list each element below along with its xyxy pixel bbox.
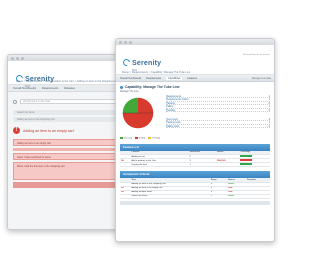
front-menu: Overall Test Results Requirements Capabi…: [116, 75, 274, 82]
features-header[interactable]: Features (1): [120, 143, 270, 151]
legend-swatch: [148, 137, 152, 139]
report-title-link[interactable]: Serenity Reports for Search: [243, 54, 270, 56]
acceptance-table: Test Steps Status Duration Adding an ite…: [120, 178, 270, 199]
row-mark: [120, 194, 131, 199]
duration-cell: [246, 194, 270, 199]
coverage-bar: [240, 163, 253, 166]
filter-radio[interactable]: [13, 99, 17, 104]
table-row[interactable]: Search for items 2 PASS: [120, 194, 270, 199]
window-dot[interactable]: [124, 40, 127, 44]
legend-failing: Failing: [134, 137, 145, 140]
coverage-bar: [240, 159, 253, 162]
menu-tab-overall[interactable]: Overall Test Results: [120, 77, 141, 80]
table-row[interactable]: Display the item 1: [120, 162, 270, 168]
window-dot[interactable]: [21, 56, 24, 60]
error-icon: !: [13, 127, 20, 134]
front-header: Serenity BDD Serenity Reports for Search…: [116, 45, 274, 75]
menu-tab-features[interactable]: Features: [187, 77, 196, 80]
stat-row: Failing tests 2: [166, 124, 270, 129]
test-link[interactable]: Search for items: [130, 194, 210, 199]
front-report-window: Serenity BDD Serenity Reports for Search…: [115, 38, 275, 242]
menu-tab-capabilities[interactable]: Capabilities: [166, 76, 183, 80]
table-footer: [120, 200, 270, 205]
pie-slice-passing: [122, 97, 138, 113]
acceptance-title: Acceptance Criteria: [123, 172, 150, 177]
features-table: Feature Scenarios Status Coverage Adding…: [120, 150, 270, 168]
serenity-logo-icon: [121, 57, 132, 67]
cell: 2: [209, 194, 228, 199]
coverage-cell: [239, 162, 270, 168]
menu-tab-requirements[interactable]: Requirements: [146, 77, 161, 80]
page-title: Capability: Manage The Tube Line: [125, 85, 180, 89]
row-mark: [120, 162, 131, 168]
logo-text: Serenity: [132, 60, 162, 67]
results-pie-chart[interactable]: [120, 95, 156, 131]
window-dot[interactable]: [11, 56, 14, 60]
legend-passing: Passing: [120, 137, 132, 140]
legend-swatch: [134, 137, 138, 139]
window-dot[interactable]: [119, 40, 122, 44]
cell: 1: [188, 162, 216, 168]
coverage-bar: [240, 155, 253, 158]
status-cell: PASS: [227, 194, 246, 199]
page-title-row: Capability: Manage The Tube Line: [120, 85, 270, 89]
breadcrumb[interactable]: Home > Requirements > Capability: Manage…: [122, 71, 270, 74]
acceptance-header[interactable]: Acceptance Criteria: [120, 171, 270, 179]
legend-pending: Pending: [148, 137, 160, 140]
legend-swatch: [120, 137, 123, 139]
error-title: Adding an item to an empty cart: [23, 128, 74, 133]
feature-link[interactable]: Display the item: [130, 162, 189, 168]
status-cell: [215, 162, 240, 168]
stats-panel: Requirements 1 Requirements tested 1 Passi…: [166, 95, 270, 140]
summary-section: Passing Failing Pending Requirements 1 Re…: [120, 95, 270, 140]
logo-subtext: BDD: [25, 85, 31, 88]
pie-legend: Passing Failing Pending: [120, 137, 160, 140]
features-title: Features (1): [123, 144, 139, 149]
window-dot[interactable]: [16, 56, 19, 60]
window-dot[interactable]: [129, 40, 132, 44]
page-subtitle: Manage The Line: [120, 90, 139, 93]
capability-bullet-icon: [120, 85, 123, 89]
manage-data-link[interactable]: Manage Test data: [252, 77, 271, 80]
